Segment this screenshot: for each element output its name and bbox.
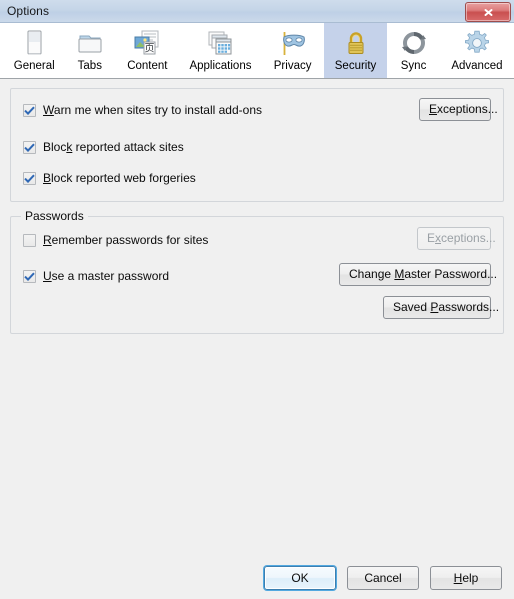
close-icon[interactable] xyxy=(465,2,511,22)
checkbox-block-web-forgeries[interactable] xyxy=(23,171,36,185)
checkbox-block-attack-sites[interactable] xyxy=(23,140,36,154)
row-warn-addons: Warn me when sites try to install add-on… xyxy=(23,98,498,121)
ok-button[interactable]: OK xyxy=(264,566,336,590)
row-block-web-forgeries: Block reported web forgeries xyxy=(23,167,491,189)
sync-arrows-icon xyxy=(398,27,430,59)
tab-sync[interactable]: Sync xyxy=(387,23,440,78)
label-use-master-password[interactable]: Use a master password xyxy=(43,269,169,283)
checkbox-use-master-password[interactable] xyxy=(23,269,36,283)
tab-applications-label: Applications xyxy=(189,60,252,72)
tabs-folder-icon xyxy=(74,27,106,59)
tab-content-label: Content xyxy=(127,60,168,72)
row-saved-passwords: Saved Passwords... xyxy=(23,296,499,319)
exceptions-button-passwords: Exceptions... xyxy=(417,227,496,250)
svg-text:页: 页 xyxy=(145,43,155,55)
checkbox-remember-passwords[interactable] xyxy=(23,233,36,247)
tab-tabs[interactable]: Tabs xyxy=(64,23,115,78)
options-content: Warn me when sites try to install add-on… xyxy=(0,79,514,334)
security-padlock-icon xyxy=(340,27,372,59)
tab-applications[interactable]: Applications xyxy=(180,23,262,78)
title-bar: Options xyxy=(0,0,514,23)
tab-sync-label: Sync xyxy=(400,60,427,72)
security-options-panel: Warn me when sites try to install add-on… xyxy=(10,88,504,202)
exceptions-button-addons[interactable]: Exceptions... xyxy=(419,98,498,121)
tab-privacy[interactable]: Privacy xyxy=(261,23,323,78)
dialog-footer: OK Cancel Help xyxy=(0,557,514,599)
passwords-groupbox: Passwords Remember passwords for sites E… xyxy=(10,209,504,334)
general-window-icon xyxy=(18,27,50,59)
row-block-attack-sites: Block reported attack sites xyxy=(23,136,491,158)
window-title: Options xyxy=(7,4,50,18)
advanced-gear-icon xyxy=(461,27,493,59)
change-master-password-button[interactable]: Change Master Password... xyxy=(339,263,497,286)
tab-advanced[interactable]: Advanced xyxy=(440,23,514,78)
tab-security-label: Security xyxy=(334,60,377,72)
tab-general[interactable]: General xyxy=(4,23,64,78)
checkbox-warn-addons[interactable] xyxy=(23,103,36,117)
row-remember-passwords: Remember passwords for sites Exceptions.… xyxy=(23,227,496,251)
row-master-password: Use a master password Change Master Pass… xyxy=(23,263,497,287)
tab-general-label: General xyxy=(13,60,55,72)
label-warn-addons[interactable]: Warn me when sites try to install add-on… xyxy=(43,103,262,117)
label-remember-passwords[interactable]: Remember passwords for sites xyxy=(43,233,208,247)
label-block-attack-sites[interactable]: Block reported attack sites xyxy=(43,140,184,154)
applications-windows-icon xyxy=(204,27,236,59)
privacy-mask-icon xyxy=(277,27,309,59)
options-toolbar: General Tabs 页 Content Applications Priv… xyxy=(0,23,514,79)
label-block-web-forgeries[interactable]: Block reported web forgeries xyxy=(43,171,196,185)
help-button[interactable]: Help xyxy=(430,566,502,590)
tab-tabs-label: Tabs xyxy=(77,60,102,72)
tab-security[interactable]: Security xyxy=(323,23,388,78)
saved-passwords-button[interactable]: Saved Passwords... xyxy=(383,296,499,319)
cancel-button[interactable]: Cancel xyxy=(347,566,419,590)
tab-content[interactable]: 页 Content xyxy=(115,23,179,78)
tab-privacy-label: Privacy xyxy=(273,60,312,72)
tab-advanced-label: Advanced xyxy=(451,60,503,72)
passwords-group-legend: Passwords xyxy=(21,209,88,223)
content-page-icon: 页 xyxy=(131,27,163,59)
